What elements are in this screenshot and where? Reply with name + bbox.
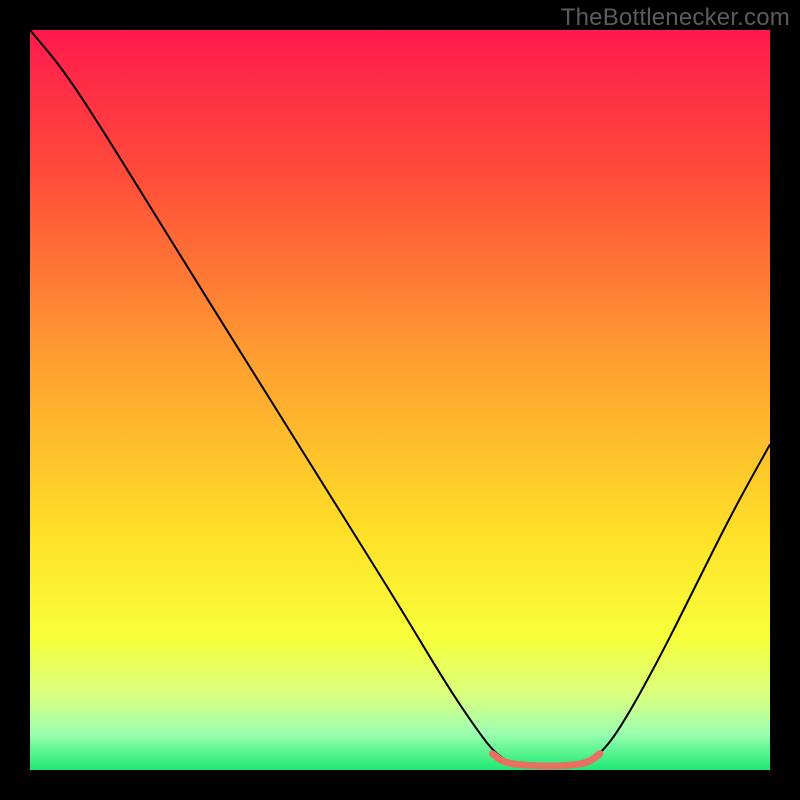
bottleneck-curve — [30, 30, 770, 767]
watermark-text: TheBottlenecker.com — [561, 4, 790, 32]
optimal-zone-marker — [493, 754, 600, 766]
curve-layer — [30, 30, 770, 770]
plot-area — [30, 30, 770, 770]
chart-frame: TheBottlenecker.com — [0, 0, 800, 800]
